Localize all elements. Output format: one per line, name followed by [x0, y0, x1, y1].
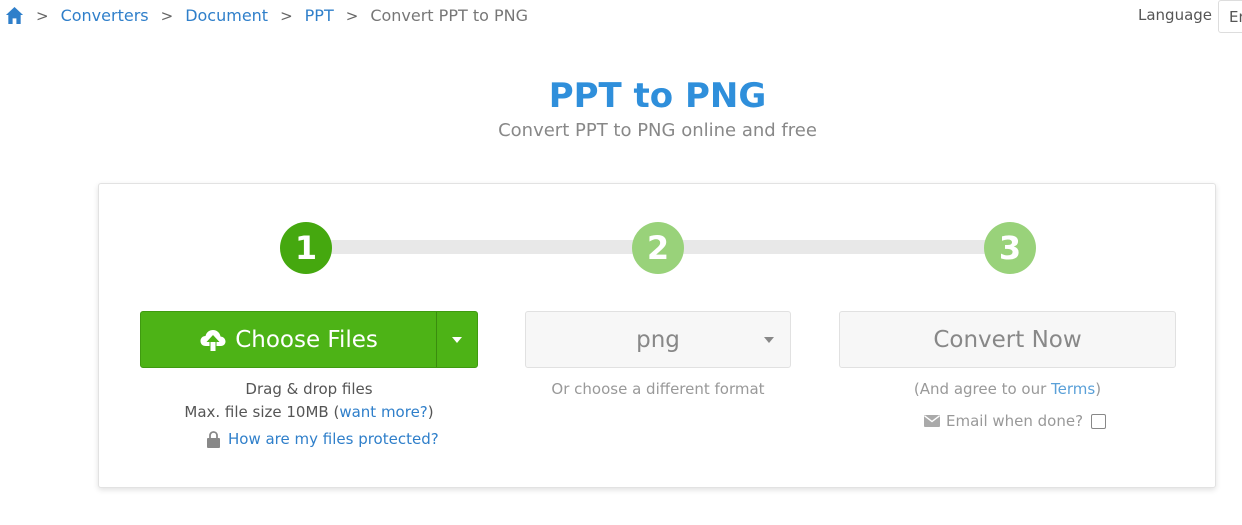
- home-icon[interactable]: [5, 6, 24, 25]
- breadcrumb-separator: >: [280, 6, 293, 25]
- language-label: Language: [1138, 6, 1213, 24]
- protection-info: How are my files protected?: [206, 430, 439, 448]
- email-when-done-checkbox[interactable]: [1091, 413, 1107, 429]
- max-size-suffix: ): [427, 403, 434, 421]
- convert-now-button[interactable]: Convert Now: [839, 311, 1176, 368]
- format-select[interactable]: png: [525, 311, 791, 368]
- want-more-link[interactable]: want more?: [339, 403, 427, 421]
- max-size-prefix: Max. file size 10MB (: [184, 403, 340, 421]
- page: > Converters > Document > PPT > Convert …: [0, 0, 1242, 525]
- breadcrumb-document[interactable]: Document: [185, 6, 268, 25]
- format-hint: Or choose a different format: [551, 380, 765, 398]
- agree-suffix: ): [1095, 380, 1102, 398]
- files-protected-link[interactable]: How are my files protected?: [228, 430, 439, 448]
- step-1-circle: 1: [280, 222, 332, 274]
- chevron-down-icon: [764, 337, 774, 343]
- choose-files-button-group: Choose Files: [140, 311, 478, 368]
- breadcrumb-current: Convert PPT to PNG: [370, 6, 528, 25]
- step-2-circle: 2: [632, 222, 684, 274]
- agree-prefix: (And agree to our: [913, 380, 1052, 398]
- breadcrumb-separator: >: [160, 6, 174, 25]
- cloud-upload-icon: [200, 329, 226, 351]
- breadcrumb-converters[interactable]: Converters: [61, 6, 149, 25]
- choose-files-button[interactable]: Choose Files: [141, 312, 436, 367]
- choose-files-label: Choose Files: [235, 326, 378, 353]
- caret-down-icon: [452, 336, 463, 343]
- envelope-icon: [924, 415, 940, 427]
- upload-source-dropdown[interactable]: [436, 312, 477, 367]
- drag-drop-text: Drag & drop files: [245, 380, 373, 398]
- terms-agreement: (And agree to our Terms): [839, 380, 1176, 398]
- step-3-circle: 3: [984, 222, 1036, 274]
- breadcrumb-ppt[interactable]: PPT: [305, 6, 334, 25]
- breadcrumb-separator: >: [345, 6, 359, 25]
- converter-card: 1 2 3 Choose Files Drag & drop files Max…: [98, 183, 1216, 488]
- format-selected-value: png: [636, 326, 680, 353]
- page-subtitle: Convert PPT to PNG online and free: [498, 120, 817, 141]
- email-when-done-label: Email when done?: [946, 412, 1084, 430]
- email-when-done-row: Email when done?: [924, 412, 1107, 430]
- breadcrumb: > Converters > Document > PPT > Convert …: [5, 6, 528, 25]
- max-file-size-text: Max. file size 10MB (want more?): [140, 403, 478, 421]
- language-select[interactable]: En: [1218, 0, 1242, 33]
- page-title: PPT to PNG: [548, 76, 767, 116]
- terms-link[interactable]: Terms: [1051, 380, 1095, 398]
- lock-icon: [207, 430, 220, 448]
- breadcrumb-separator: >: [36, 6, 49, 25]
